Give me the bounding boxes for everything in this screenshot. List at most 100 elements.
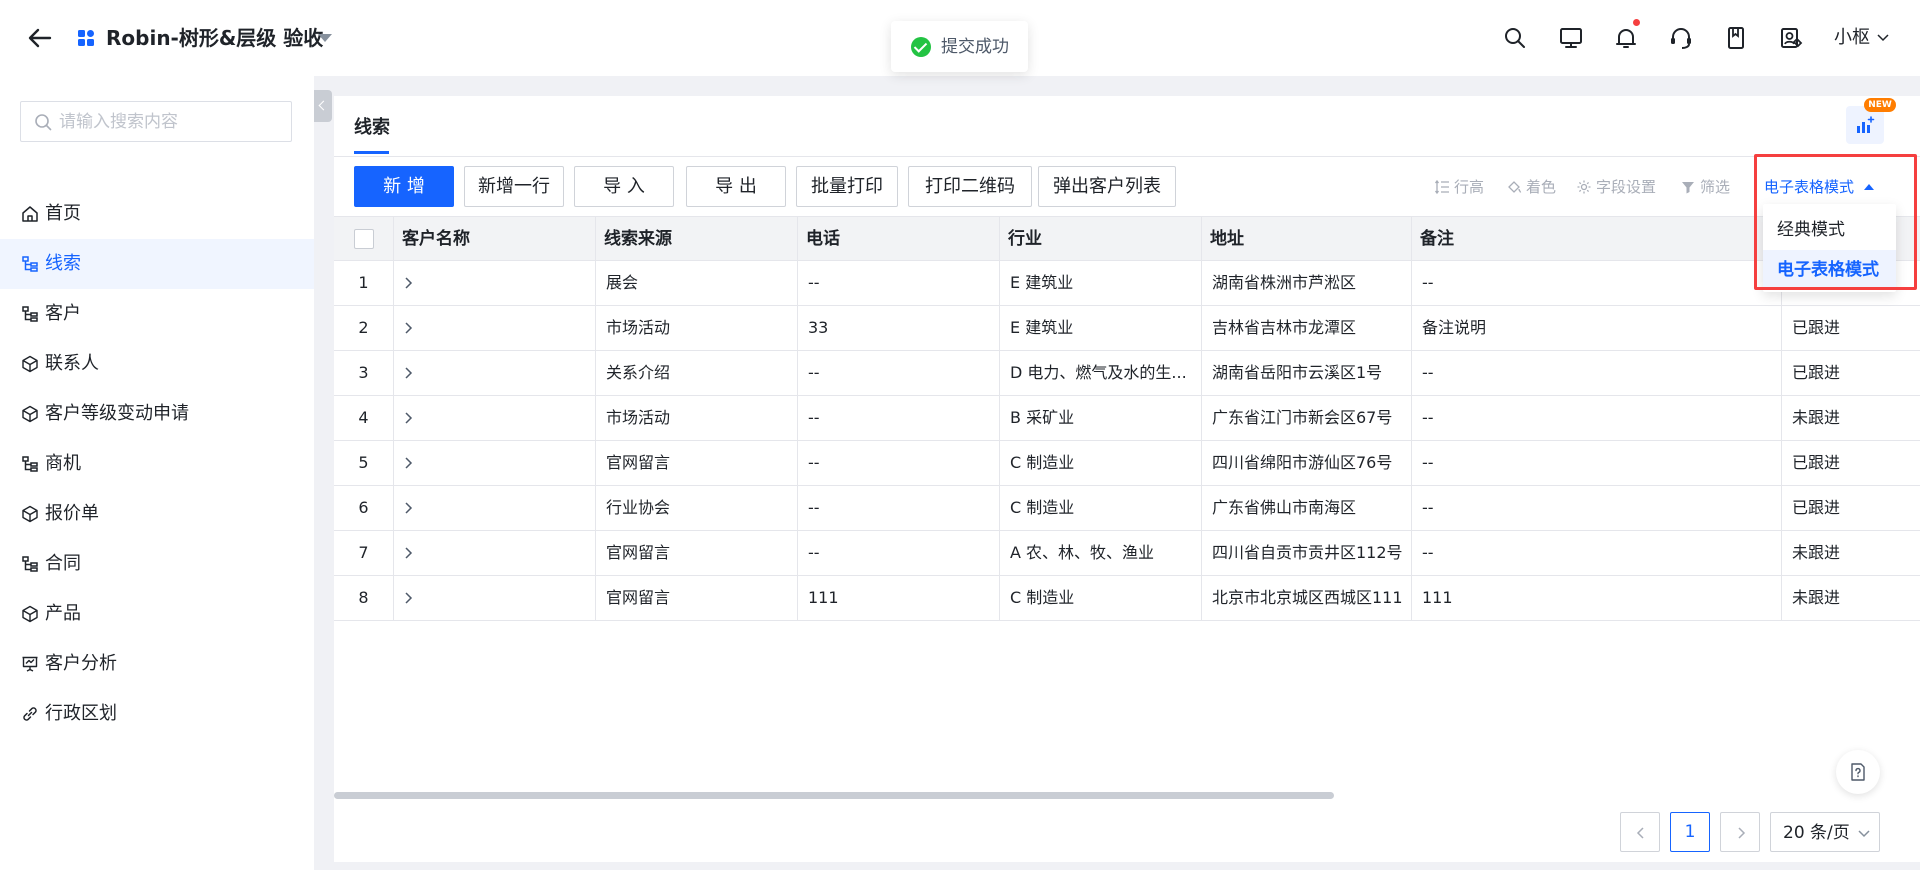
table-row[interactable]: 2 市场活动 33 E 建筑业 吉林省吉林市龙潭区 备注说明 已跟进 (334, 306, 1920, 351)
sidebar-item-customer-analysis[interactable]: 客户分析 (0, 639, 314, 689)
page-size-select[interactable]: 20 条/页 (1770, 812, 1880, 852)
sidebar-item-opportunities[interactable]: 商机 (0, 439, 314, 489)
sidebar-item-contacts[interactable]: 联系人 (0, 339, 314, 389)
select-all-checkbox[interactable] (354, 229, 374, 249)
add-row-button[interactable]: 新增一行 (464, 166, 564, 207)
app-switch-caret-icon[interactable] (318, 34, 332, 42)
table-cell[interactable]: -- (1412, 351, 1782, 395)
table-cell[interactable]: 北京市北京城区西城区111 (1202, 576, 1412, 620)
table-cell[interactable]: 备注说明 (1412, 306, 1782, 350)
table-cell[interactable]: 展会 (596, 261, 798, 305)
table-row[interactable]: 3 关系介绍 -- D 电力、燃气及水的生... 湖南省岳阳市云溪区1号 -- 已跟进 (334, 351, 1920, 396)
table-row[interactable]: 6 行业协会 -- C 制造业 广东省佛山市南海区 -- 已跟进 (334, 486, 1920, 531)
table-cell[interactable] (394, 396, 596, 440)
add-button[interactable]: 新 增 (354, 166, 454, 207)
user-name[interactable]: 小枢 (1834, 26, 1870, 50)
table-cell[interactable]: -- (798, 261, 1000, 305)
monitor-icon[interactable] (1558, 25, 1584, 51)
sidebar-item-contracts[interactable]: 合同 (0, 539, 314, 589)
table-row[interactable]: 5 官网留言 -- C 制造业 四川省绵阳市游仙区76号 -- 已跟进 (334, 441, 1920, 486)
table-cell[interactable]: -- (798, 486, 1000, 530)
table-cell[interactable] (394, 576, 596, 620)
table-cell[interactable]: -- (1412, 531, 1782, 575)
table-cell[interactable] (394, 351, 596, 395)
chevron-right-icon[interactable] (402, 411, 416, 425)
table-cell[interactable]: C 制造业 (1000, 486, 1202, 530)
help-document-button[interactable] (1836, 750, 1880, 794)
table-cell[interactable]: 未跟进 (1782, 576, 1920, 620)
sidebar-item-leads[interactable]: 线索 (0, 239, 314, 289)
sidebar-item-level-change[interactable]: 客户等级变动申请 (0, 389, 314, 439)
table-cell[interactable]: 广东省江门市新会区67号 (1202, 396, 1412, 440)
table-cell[interactable]: -- (798, 351, 1000, 395)
table-cell[interactable] (394, 486, 596, 530)
table-cell[interactable]: -- (1412, 396, 1782, 440)
table-cell[interactable]: E 建筑业 (1000, 306, 1202, 350)
sidebar-item-regions[interactable]: 行政区划 (0, 689, 314, 739)
table-cell[interactable] (394, 306, 596, 350)
sidebar-item-quotes[interactable]: 报价单 (0, 489, 314, 539)
table-cell[interactable]: 市场活动 (596, 396, 798, 440)
table-cell[interactable]: -- (1412, 441, 1782, 485)
sidebar-item-home[interactable]: 首页 (0, 189, 314, 239)
table-cell[interactable]: 已跟进 (1782, 306, 1920, 350)
sidebar-item-customers[interactable]: 客户 (0, 289, 314, 339)
table-row[interactable]: 7 官网留言 -- A 农、林、牧、渔业 四川省自贡市贡井区112号 -- 未跟进 (334, 531, 1920, 576)
batch-print-button[interactable]: 批量打印 (796, 166, 898, 207)
column-header[interactable]: 客户名称 (394, 217, 596, 261)
chevron-down-icon[interactable] (1876, 30, 1890, 44)
table-cell[interactable]: 未跟进 (1782, 531, 1920, 575)
edit-user-icon[interactable] (1778, 25, 1804, 51)
next-page-button[interactable] (1720, 812, 1760, 852)
popup-customers-button[interactable]: 弹出客户列表 (1038, 166, 1176, 207)
table-cell[interactable]: 四川省自贡市贡井区112号 (1202, 531, 1412, 575)
table-cell[interactable]: 未跟进 (1782, 396, 1920, 440)
table-row[interactable]: 1 展会 -- E 建筑业 湖南省株洲市芦淞区 -- (334, 261, 1920, 306)
table-cell[interactable] (394, 531, 596, 575)
table-cell[interactable]: -- (1412, 261, 1782, 305)
table-cell[interactable]: 官网留言 (596, 531, 798, 575)
bell-icon[interactable] (1613, 25, 1639, 51)
chevron-right-icon[interactable] (402, 546, 416, 560)
table-cell[interactable] (394, 261, 596, 305)
table-cell[interactable]: 湖南省岳阳市云溪区1号 (1202, 351, 1412, 395)
prev-page-button[interactable] (1620, 812, 1660, 852)
table-cell[interactable]: 关系介绍 (596, 351, 798, 395)
table-row[interactable]: 8 官网留言 111 C 制造业 北京市北京城区西城区111 111 未跟进 (334, 576, 1920, 621)
column-header[interactable]: 行业 (1000, 217, 1202, 261)
column-header[interactable]: 备注 (1412, 217, 1782, 261)
table-cell[interactable] (394, 441, 596, 485)
table-cell[interactable]: 已跟进 (1782, 351, 1920, 395)
column-header[interactable]: 电话 (798, 217, 1000, 261)
table-cell[interactable]: 已跟进 (1782, 441, 1920, 485)
column-header[interactable]: 地址 (1202, 217, 1412, 261)
table-cell[interactable]: D 电力、燃气及水的生... (1000, 351, 1202, 395)
table-cell[interactable]: C 制造业 (1000, 576, 1202, 620)
sidebar-collapse-button[interactable] (314, 90, 332, 122)
table-cell[interactable]: B 采矿业 (1000, 396, 1202, 440)
table-cell[interactable]: 33 (798, 306, 1000, 350)
export-button[interactable]: 导 出 (686, 166, 786, 207)
table-cell[interactable]: E 建筑业 (1000, 261, 1202, 305)
page-number-current[interactable]: 1 (1670, 812, 1710, 852)
row-height-tool[interactable]: 行高 (1434, 176, 1494, 198)
search-input[interactable]: 请输入搜索内容 (20, 101, 292, 142)
headset-icon[interactable] (1668, 25, 1694, 51)
table-cell[interactable]: 市场活动 (596, 306, 798, 350)
table-cell[interactable]: 四川省绵阳市游仙区76号 (1202, 441, 1412, 485)
table-cell[interactable]: -- (798, 531, 1000, 575)
table-cell[interactable]: 已跟进 (1782, 486, 1920, 530)
filter-tool[interactable]: 筛选 (1680, 176, 1740, 198)
horizontal-scrollbar[interactable] (334, 792, 1334, 799)
table-cell[interactable]: -- (798, 396, 1000, 440)
table-cell[interactable]: 官网留言 (596, 576, 798, 620)
search-icon[interactable] (1502, 25, 1528, 51)
column-header[interactable]: 线索来源 (596, 217, 798, 261)
back-arrow-icon[interactable] (26, 24, 54, 52)
table-cell[interactable]: 行业协会 (596, 486, 798, 530)
table-cell[interactable]: 湖南省株洲市芦淞区 (1202, 261, 1412, 305)
chevron-right-icon[interactable] (402, 456, 416, 470)
table-cell[interactable]: 111 (798, 576, 1000, 620)
field-settings-tool[interactable]: 字段设置 (1576, 176, 1666, 198)
import-button[interactable]: 导 入 (574, 166, 674, 207)
